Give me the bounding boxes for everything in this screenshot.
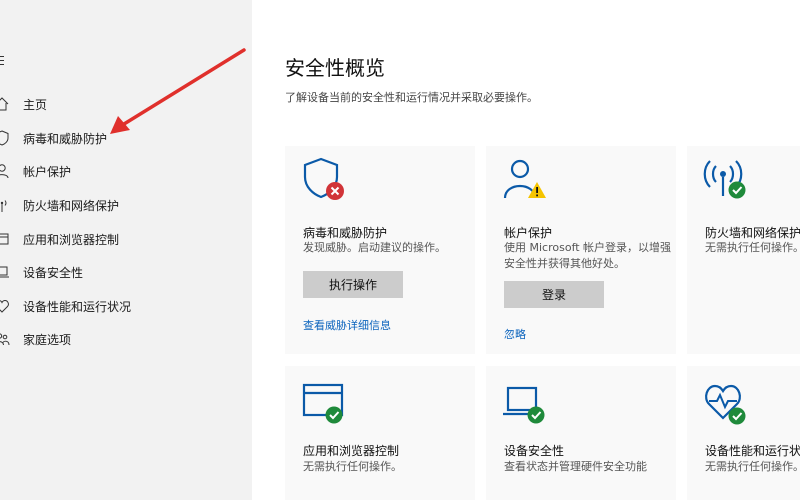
card-app-browser-control[interactable]: 应用和浏览器控制 无需执行任何操作。: [285, 366, 475, 500]
sidebar-item-label: 防火墙和网络保护: [23, 198, 120, 213]
laptop-ok-icon: [503, 386, 545, 424]
person-warning-icon: [503, 159, 546, 199]
card-title: 设备安全性: [504, 444, 565, 458]
sign-in-button[interactable]: 登录: [504, 281, 604, 308]
heart-icon: [0, 299, 9, 313]
sidebar-item-virus-protection[interactable]: 病毒和威胁防护: [0, 123, 252, 153]
menu-icon[interactable]: [0, 56, 10, 70]
person-icon: [0, 164, 9, 179]
laptop-icon: [0, 266, 9, 278]
card-title: 应用和浏览器控制: [303, 444, 400, 458]
take-action-button[interactable]: 执行操作: [303, 271, 403, 298]
card-desc: 无需执行任何操作。: [705, 241, 800, 254]
card-title: 帐户保护: [504, 226, 553, 240]
card-firewall[interactable]: 防火墙和网络保护 无需执行任何操作。: [687, 146, 800, 354]
home-icon: [0, 97, 9, 111]
sidebar-item-label: 病毒和威胁防护: [23, 131, 108, 146]
wireless-icon: [0, 200, 7, 212]
sidebar-item-label: 主页: [23, 97, 48, 112]
card-desc: 发现威胁。启动建议的操作。: [303, 241, 446, 254]
sidebar-item-app-browser-control[interactable]: 应用和浏览器控制: [0, 224, 252, 254]
sidebar-item-device-security[interactable]: 设备安全性: [0, 257, 252, 287]
card-device-security[interactable]: 设备安全性 查看状态并管理硬件安全功能: [486, 366, 676, 500]
card-desc: 无需执行任何操作。: [303, 460, 402, 473]
sidebar-item-label: 帐户保护: [23, 164, 72, 179]
sidebar: 主页 病毒和威胁防护 帐户保护 防火墙和网络保护 应用和浏览器控制 设备安全性 …: [0, 0, 252, 500]
family-icon: [0, 333, 10, 346]
sidebar-item-label: 应用和浏览器控制: [23, 232, 120, 247]
card-virus-protection[interactable]: 病毒和威胁防护 发现威胁。启动建议的操作。 执行操作 查看威胁详细信息: [285, 146, 475, 354]
dismiss-link[interactable]: 忽略: [504, 326, 526, 342]
sidebar-item-device-performance[interactable]: 设备性能和运行状况: [0, 291, 252, 321]
card-account-protection[interactable]: 帐户保护 使用 Microsoft 帐户登录，以增强 安全性并获得其他好处。 登…: [486, 146, 676, 354]
card-desc: 查看状态并管理硬件安全功能: [504, 460, 647, 473]
card-desc: 无需执行任何操作。: [705, 460, 800, 473]
shield-icon: [0, 130, 9, 146]
sidebar-item-account-protection[interactable]: 帐户保护: [0, 156, 252, 186]
wireless-ok-icon: [703, 160, 746, 199]
app-window-icon: [0, 233, 9, 245]
sidebar-item-home[interactable]: 主页: [0, 89, 252, 119]
shield-error-icon: [303, 157, 344, 200]
page-title: 安全性概览: [285, 56, 385, 80]
view-threat-details-link[interactable]: 查看威胁详细信息: [303, 317, 391, 333]
app-window-ok-icon: [302, 383, 344, 424]
card-desc: 使用 Microsoft 帐户登录，以增强: [504, 241, 672, 254]
card-device-performance[interactable]: 设备性能和运行状况 无需执行任何操作。: [687, 366, 800, 500]
card-title: 防火墙和网络保护: [705, 226, 800, 240]
card-desc: 安全性并获得其他好处。: [504, 257, 625, 270]
sidebar-item-family-options[interactable]: 家庭选项: [0, 324, 252, 354]
windows-security-app: 主页 病毒和威胁防护 帐户保护 防火墙和网络保护 应用和浏览器控制 设备安全性 …: [0, 0, 800, 500]
card-title: 设备性能和运行状况: [705, 444, 800, 458]
sidebar-item-label: 设备性能和运行状况: [23, 299, 132, 314]
main-content: 安全性概览 了解设备当前的安全性和运行情况并采取必要操作。 病毒和威胁防护 发现…: [252, 0, 800, 500]
card-title: 病毒和威胁防护: [303, 226, 388, 240]
sidebar-item-label: 设备安全性: [23, 265, 84, 280]
sidebar-item-firewall[interactable]: 防火墙和网络保护: [0, 190, 252, 220]
page-subtitle: 了解设备当前的安全性和运行情况并采取必要操作。: [285, 91, 538, 104]
heart-ok-icon: [705, 384, 746, 425]
sidebar-item-label: 家庭选项: [23, 332, 72, 347]
